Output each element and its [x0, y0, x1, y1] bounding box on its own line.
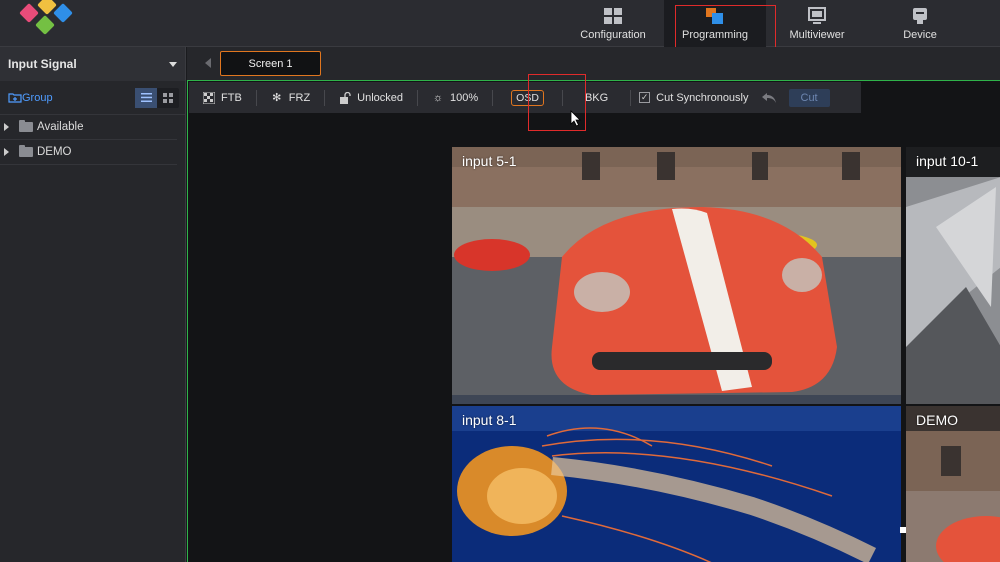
tab-device-label: Device — [903, 29, 937, 41]
grid-icon — [604, 8, 622, 24]
screen-tab-bar: Screen 1 — [187, 47, 1000, 80]
tree-item-demo[interactable]: DEMO — [0, 140, 177, 165]
frz-label: FRZ — [288, 91, 311, 104]
app-logo-icon — [19, 0, 73, 35]
monitor-icon — [808, 7, 826, 24]
video-thumbnail — [906, 406, 1000, 562]
ftb-label: FTB — [221, 91, 242, 104]
grid-view-button[interactable] — [157, 88, 179, 108]
tab-configuration[interactable]: Configuration — [567, 0, 659, 47]
unlock-icon — [340, 91, 351, 104]
cut-sync-checkbox[interactable]: ✓ — [639, 92, 651, 103]
top-navigation-bar: Configuration Programming Multiviewer De… — [0, 0, 1000, 62]
tab-multiviewer-label: Multiviewer — [789, 29, 845, 41]
window-label: DEMO — [916, 412, 958, 428]
window-label: input 5-1 — [462, 153, 517, 169]
tab-device[interactable]: Device — [874, 0, 966, 47]
list-icon — [140, 93, 152, 102]
brightness-value: 100% — [450, 91, 479, 104]
window-input-8-1[interactable]: input 8-1 — [452, 406, 901, 562]
mouse-cursor-icon — [570, 110, 581, 127]
snowflake-icon: ✻ — [272, 92, 282, 104]
frz-button[interactable]: ✻ FRZ — [257, 82, 324, 113]
bkg-label: BKG — [584, 91, 609, 104]
lock-label: Unlocked — [357, 91, 404, 104]
sun-icon: ☼ — [432, 91, 444, 104]
programming-canvas[interactable]: FTB ✻ FRZ Unlocked ☼ 100% OSD BKG ✓ Cut … — [187, 80, 1000, 562]
undo-icon[interactable] — [761, 92, 777, 104]
window-label: input 10-1 — [916, 153, 979, 169]
tree-item-label: DEMO — [37, 146, 72, 158]
tab-screen-1[interactable]: Screen 1 — [220, 51, 321, 76]
tree-item-label: Available — [37, 121, 84, 133]
list-view-button[interactable] — [135, 87, 157, 108]
cut-sync-toggle[interactable]: ✓ Cut Synchronously Cut — [631, 82, 830, 113]
canvas-toolbar: FTB ✻ FRZ Unlocked ☼ 100% OSD BKG ✓ Cut … — [189, 82, 861, 113]
folder-icon — [19, 120, 33, 132]
scroll-left-icon[interactable] — [205, 58, 211, 68]
tab-configuration-label: Configuration — [580, 29, 646, 41]
tree-item-available[interactable]: Available — [0, 115, 177, 140]
video-thumbnail — [906, 147, 1000, 404]
folder-add-icon — [8, 93, 22, 103]
tab-multiviewer[interactable]: Multiviewer — [771, 0, 863, 47]
expand-arrow-icon[interactable] — [4, 148, 9, 156]
resize-handle[interactable] — [900, 527, 906, 533]
cut-sync-label: Cut Synchronously — [656, 91, 749, 104]
app-root: Configuration Programming Multiviewer De… — [0, 0, 1000, 562]
lock-button[interactable]: Unlocked — [325, 82, 417, 113]
jellyfish-video-thumbnail — [452, 406, 901, 562]
device-icon — [913, 8, 927, 24]
group-button[interactable]: Group — [8, 92, 53, 104]
car-video-thumbnail — [452, 147, 901, 404]
ftb-button[interactable]: FTB — [189, 82, 256, 113]
group-row: Group — [0, 81, 185, 115]
group-label: Group — [22, 91, 53, 104]
input-signal-title: Input Signal — [8, 57, 77, 71]
expand-arrow-icon[interactable] — [4, 123, 9, 131]
cut-button[interactable]: Cut — [788, 88, 830, 107]
window-input-5-1[interactable]: input 5-1 — [452, 147, 901, 404]
checkerboard-icon — [203, 91, 215, 104]
window-demo[interactable]: DEMO — [906, 406, 1000, 562]
grid-view-icon — [163, 92, 173, 103]
chevron-down-icon — [169, 61, 177, 67]
window-label: input 8-1 — [462, 412, 517, 428]
input-signal-dropdown[interactable]: Input Signal — [0, 47, 185, 81]
folder-icon — [19, 145, 33, 157]
window-input-10-1[interactable]: input 10-1 — [906, 147, 1000, 404]
input-signal-panel: Input Signal Group Available DEMO — [0, 47, 186, 562]
brightness-control[interactable]: ☼ 100% — [418, 82, 492, 113]
view-toggle — [135, 87, 179, 108]
